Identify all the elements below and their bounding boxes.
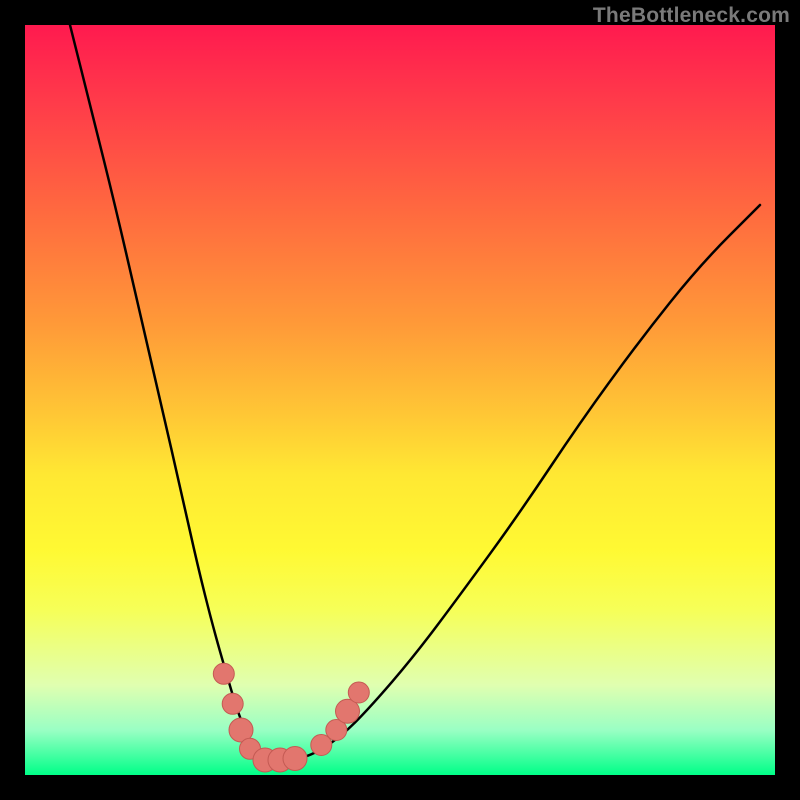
curve-marker: [348, 682, 369, 703]
curve-marker: [283, 747, 307, 771]
plot-area: [25, 25, 775, 775]
watermark-text: TheBottleneck.com: [593, 4, 790, 28]
curve-marker: [222, 693, 243, 714]
chart-svg: [25, 25, 775, 775]
chart-frame: TheBottleneck.com: [0, 0, 800, 800]
curve-markers: [213, 663, 369, 772]
bottleneck-curve: [70, 25, 760, 760]
curve-marker: [213, 663, 234, 684]
